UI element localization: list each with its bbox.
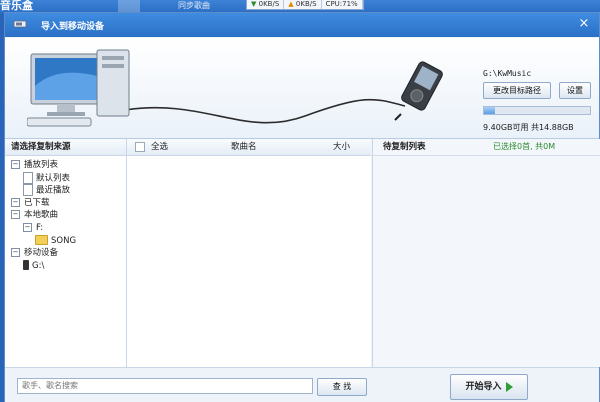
column-size[interactable]: 大小 [333, 139, 350, 155]
settings-button[interactable]: 设置 [559, 82, 591, 99]
download-speed: ▼ 0KB/S [247, 0, 285, 9]
expand-icon[interactable]: − [11, 197, 20, 207]
tree-item[interactable]: − 已下载 [5, 197, 126, 210]
tree-item-label: 本地歌曲 [24, 210, 59, 221]
expand-icon[interactable]: − [11, 160, 20, 169]
tree-item-label: 默认列表 [36, 173, 71, 184]
device-path: G:\KwMusic [483, 69, 532, 78]
mp3-player-icon [394, 61, 443, 121]
storage-text: 9.40GB可用 共14.88GB [483, 123, 574, 132]
dialog-title-bar[interactable]: 导入到移动设备 × [5, 13, 599, 37]
close-button[interactable]: × [577, 17, 591, 31]
bottom-bar: 查 找 开始导入 [5, 367, 599, 402]
upload-speed: ▲ 0KB/S [284, 0, 322, 9]
document-icon [23, 171, 33, 184]
copy-list-header: 待复制列表 已选择0首, 共0M [373, 139, 600, 156]
download-arrow-icon: ▼ [251, 0, 257, 8]
selected-summary: 已选择0首, 共0M [493, 142, 556, 151]
tree-item-label: G:\ [32, 260, 45, 271]
tree-item-label: SONG [51, 235, 77, 246]
computer-icon [27, 49, 130, 127]
storage-bar-fill [484, 107, 495, 114]
tree-item[interactable]: − 本地歌曲 [5, 209, 126, 222]
select-all-label[interactable]: 全选 [151, 139, 168, 155]
change-target-path-button[interactable]: 更改目标路径 [483, 82, 551, 99]
cpu-usage: CPU:71% [322, 0, 363, 9]
tree-item[interactable]: 默认列表 [5, 171, 126, 185]
expand-icon[interactable]: − [11, 248, 20, 258]
find-button[interactable]: 查 找 [317, 378, 367, 396]
folder-icon [35, 235, 48, 246]
song-list-header: 全选 歌曲名 大小 [127, 139, 371, 156]
dialog-title: 导入到移动设备 [41, 22, 105, 32]
tree-item[interactable]: G:\ [5, 260, 126, 273]
tree-item[interactable]: − F: [5, 222, 126, 235]
expand-icon[interactable]: − [23, 222, 32, 232]
background-tab-1[interactable] [118, 0, 140, 12]
start-import-label: 开始导入 [465, 382, 502, 392]
play-icon [505, 381, 513, 392]
document-icon [23, 184, 33, 197]
upload-arrow-icon: ▲ [288, 0, 294, 8]
tree-item-label: 播放列表 [24, 160, 59, 170]
copy-list-panel: 待复制列表 已选择0首, 共0M [372, 139, 600, 367]
background-tab-2[interactable]: 同步歌曲 [178, 0, 228, 12]
source-panel: 请选择复制来源 − 播放列表 默认列表 最近播放 − 已下载 − 本地歌曲 − F: SONG − 移动… [5, 139, 127, 367]
phone-icon [23, 260, 29, 271]
tree-item[interactable]: − 移动设备 [5, 247, 126, 260]
tree-item-label: F: [36, 222, 44, 233]
expand-icon[interactable]: − [11, 210, 20, 220]
tree-item-label: 最近播放 [36, 185, 71, 196]
tree-item-label: 移动设备 [24, 248, 59, 259]
storage-bar [483, 106, 591, 115]
tree-item[interactable]: − 播放列表 [5, 159, 126, 172]
song-list-panel: 全选 歌曲名 大小 [127, 139, 371, 367]
import-dialog: 导入到移动设备 × G:\KwMusic 更改目标路径 设置 9.40GB可用 … [4, 12, 600, 402]
start-import-button[interactable]: 开始导入 [450, 374, 528, 400]
tree-item[interactable]: 最近播放 [5, 184, 126, 197]
source-panel-header: 请选择复制来源 [5, 139, 126, 156]
device-header: G:\KwMusic 更改目标路径 设置 9.40GB可用 共14.88GB [5, 38, 599, 139]
copy-list-title: 待复制列表 [383, 142, 426, 152]
tree-item[interactable]: SONG [5, 235, 126, 248]
source-tree: − 播放列表 默认列表 最近播放 − 已下载 − 本地歌曲 − F: SONG − 移动设备 G:\ [5, 156, 126, 272]
column-song-name[interactable]: 歌曲名 [231, 139, 257, 155]
tree-item-label: 已下载 [24, 197, 50, 208]
search-input[interactable] [17, 378, 313, 394]
network-stat-bar: ▼ 0KB/S ▲ 0KB/S CPU:71% [246, 0, 364, 10]
select-all-checkbox[interactable] [135, 142, 145, 152]
device-import-icon [13, 20, 27, 28]
